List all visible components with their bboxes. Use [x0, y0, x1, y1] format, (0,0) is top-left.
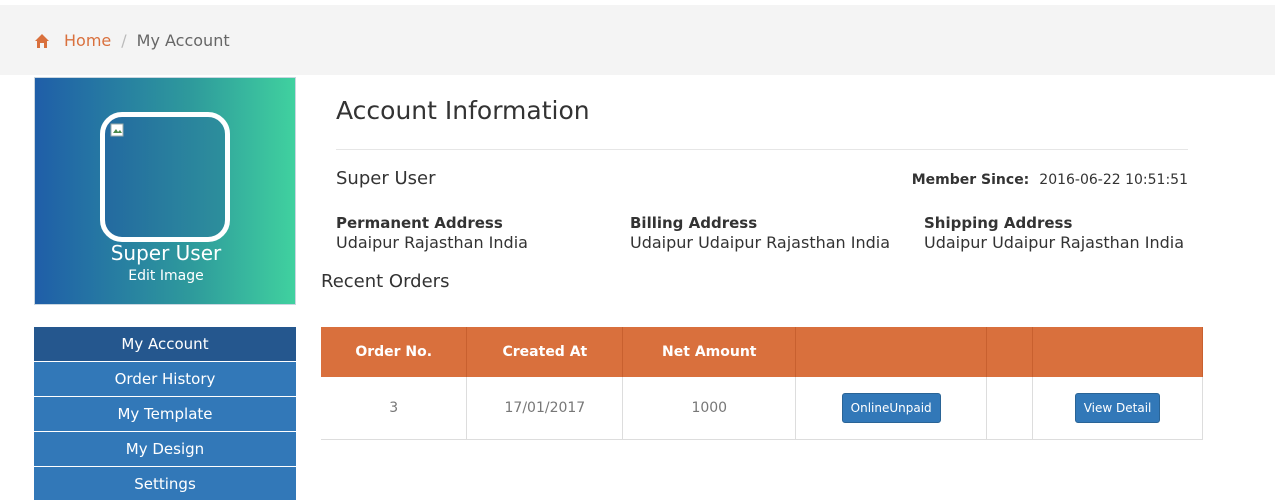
billing-address-label: Billing Address	[630, 214, 758, 232]
shipping-address: Shipping Address Udaipur Udaipur Rajasth…	[924, 214, 1184, 252]
col-status	[795, 327, 988, 377]
col-created-at: Created At	[466, 327, 624, 377]
table-header-row: Order No. Created At Net Amount	[321, 327, 1203, 377]
recent-orders-title: Recent Orders	[321, 271, 450, 292]
page-title: Account Information	[336, 96, 590, 125]
breadcrumb-bar: Home / My Account	[0, 5, 1275, 75]
permanent-address: Permanent Address Udaipur Rajasthan Indi…	[336, 214, 528, 252]
edit-image-link[interactable]: Edit Image	[35, 268, 297, 284]
col-order-no: Order No.	[321, 327, 468, 377]
shipping-address-value: Udaipur Udaipur Rajasthan India	[924, 233, 1185, 252]
status-cell: OnlineUnpaid	[795, 377, 988, 440]
avatar[interactable]	[100, 112, 230, 242]
breadcrumb-current: My Account	[136, 31, 230, 50]
side-menu: My Account Order History My Template My …	[34, 327, 296, 500]
action-cell: View Detail	[1032, 377, 1203, 440]
col-net-amount: Net Amount	[622, 327, 797, 377]
billing-address-value: Udaipur Udaipur Rajasthan India	[630, 233, 891, 252]
breadcrumb-home-link[interactable]: Home	[64, 31, 111, 50]
col-empty	[986, 327, 1034, 377]
recent-orders-table: Order No. Created At Net Amount 3 17/01/…	[321, 327, 1203, 440]
sidebar-item-my-template[interactable]: My Template	[34, 397, 296, 431]
member-since-value: 2016-06-22 10:51:51	[1039, 172, 1188, 188]
col-action	[1032, 327, 1203, 377]
divider	[336, 149, 1188, 150]
sidebar-item-order-history[interactable]: Order History	[34, 362, 296, 396]
net-amount-cell: 1000	[622, 377, 797, 440]
breadcrumb-separator: /	[121, 31, 127, 50]
account-info-section: Account Information Super User Member Si…	[336, 96, 1188, 252]
created-at-cell: 17/01/2017	[466, 377, 624, 440]
sidebar-item-settings[interactable]: Settings	[34, 467, 296, 500]
permanent-address-value: Udaipur Rajasthan India	[336, 233, 528, 252]
order-no-cell: 3	[321, 377, 468, 440]
table-row: 3 17/01/2017 1000 OnlineUnpaid View Deta…	[321, 377, 1203, 440]
billing-address: Billing Address Udaipur Udaipur Rajastha…	[630, 214, 890, 252]
shipping-address-label: Shipping Address	[924, 214, 1073, 232]
online-unpaid-button[interactable]: OnlineUnpaid	[841, 392, 941, 423]
home-icon[interactable]	[34, 33, 50, 49]
empty-cell	[986, 377, 1034, 440]
sidebar-item-my-design[interactable]: My Design	[34, 432, 296, 466]
permanent-address-label: Permanent Address	[336, 214, 503, 232]
profile-name: Super User	[110, 241, 222, 265]
member-since: Member Since: 2016-06-22 10:51:51	[912, 172, 1188, 188]
view-detail-button[interactable]: View Detail	[1074, 392, 1161, 423]
profile-card: Super User Edit Image	[34, 77, 296, 305]
broken-image-icon	[110, 122, 124, 137]
sidebar-item-my-account[interactable]: My Account	[34, 327, 296, 361]
account-user-name: Super User	[336, 168, 436, 189]
breadcrumb: Home / My Account	[34, 31, 230, 50]
member-since-label: Member Since:	[911, 172, 1030, 188]
